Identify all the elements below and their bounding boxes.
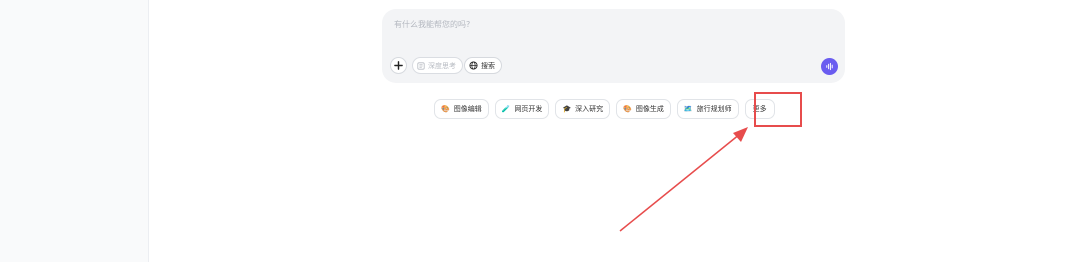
- annotation-arrow: [619, 127, 748, 232]
